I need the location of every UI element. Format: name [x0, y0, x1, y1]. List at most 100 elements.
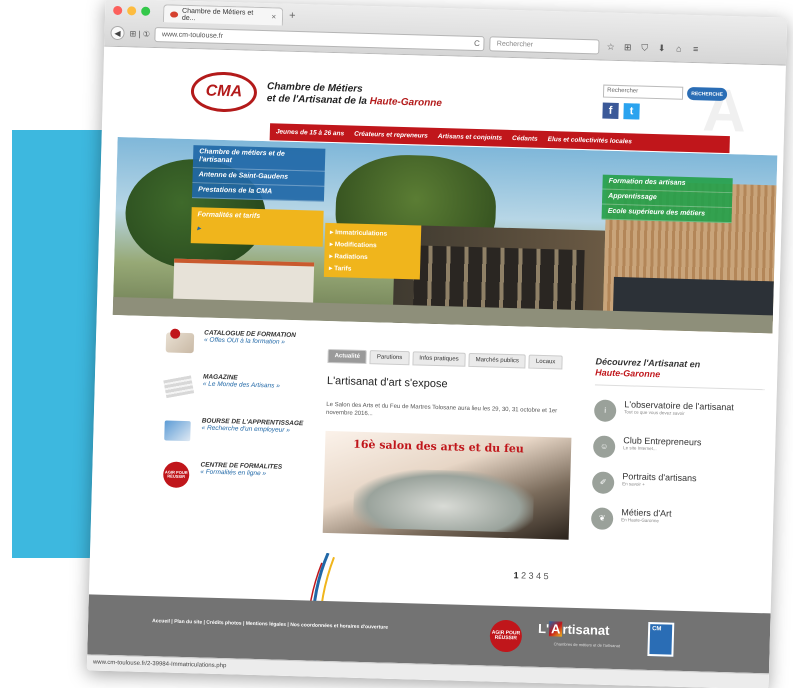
- discover-item-portraits[interactable]: ✐ Portraits d'artisans En savoir +: [591, 470, 763, 498]
- discover-item-metiers-art[interactable]: ❦ Métiers d'Art En Haute-Garonne: [590, 506, 762, 534]
- quick-link-subtitle: « Offes OUI à la formation »: [203, 336, 286, 346]
- favicon-icon: [170, 10, 179, 18]
- quick-links: CATALOGUE DE FORMATION « Offes OUI à la …: [159, 328, 324, 508]
- bookmark-star-icon[interactable]: ☆: [605, 41, 617, 52]
- footer-links[interactable]: Accueil | Plan du site | Crédits photos …: [152, 618, 388, 631]
- info-icon: i: [593, 399, 617, 422]
- quick-link-magazine[interactable]: MAGAZINE « Le Monde des Artisans »: [162, 372, 323, 404]
- catalogue-icon-wrap: [164, 328, 197, 357]
- pager-current[interactable]: 1: [513, 570, 518, 580]
- tab-locaux[interactable]: Locaux: [528, 354, 563, 370]
- twitter-icon[interactable]: t: [623, 103, 640, 120]
- site-name: Chambre de Métiers et de l'Artisanat de …: [267, 81, 443, 110]
- discover-item-text: Métiers d'Art En Haute-Garonne: [621, 507, 672, 524]
- stage: Chambre de Métiers et de... × + ◀ ⊞ | ① …: [0, 0, 793, 688]
- tab-close-icon[interactable]: ×: [271, 12, 276, 21]
- agir-logo-icon[interactable]: AGIR POUR RÉUSSIR: [489, 619, 523, 653]
- back-button[interactable]: ◀: [110, 25, 125, 41]
- pocket-icon[interactable]: ⛉: [639, 42, 651, 53]
- quick-link-catalogue[interactable]: CATALOGUE DE FORMATION « Offes OUI à la …: [164, 328, 325, 360]
- url-bar[interactable]: www.cm-toulouse.fr C: [154, 26, 486, 51]
- social-links: f t: [602, 102, 640, 120]
- quick-link-formalites[interactable]: AGIR POUR RÉUSSIR CENTRE DE FORMALITES «…: [160, 460, 321, 492]
- tab-marches-publics[interactable]: Marchés publics: [468, 352, 527, 369]
- magazine-icon-wrap: [162, 372, 195, 401]
- quick-link-subtitle: « Le Monde des Artisans »: [202, 380, 280, 390]
- tab-title: Chambre de Métiers et de...: [181, 7, 254, 22]
- menu-item-formalites[interactable]: Formalités et tarifs ▸: [190, 207, 324, 247]
- portrait-icon: ✐: [591, 470, 615, 494]
- nav-item-artisans[interactable]: Artisans et conjoints: [438, 133, 502, 142]
- article-title[interactable]: L'artisanat d'art s'expose: [327, 375, 448, 390]
- quick-link-text: CATALOGUE DE FORMATION « Offes OUI à la …: [204, 329, 296, 347]
- site-search-input[interactable]: Rechercher: [602, 84, 684, 100]
- menu-item-formalites-label: Formalités et tarifs: [197, 211, 261, 221]
- close-window-button[interactable]: [113, 5, 123, 16]
- artisanat-logo-letter: A: [548, 621, 563, 637]
- url-text: www.cm-toulouse.fr: [161, 30, 224, 40]
- zoom-window-button[interactable]: [141, 6, 151, 16]
- discover-item-observatoire[interactable]: i L'observatoire de l'artisanat Tout ce …: [593, 399, 765, 426]
- artisanat-logo[interactable]: L' Artisanat: [538, 621, 610, 638]
- article-excerpt: Le Salon des Arts et du Feu de Martres T…: [325, 401, 558, 418]
- nav-item-createurs[interactable]: Créateurs et repreneurs: [354, 131, 428, 140]
- quick-link-subtitle: « Recherche d'un employeur »: [201, 424, 290, 434]
- tab-actualite[interactable]: Actualité: [327, 348, 368, 365]
- news-pager: 1 2 3 4 5: [513, 570, 548, 581]
- nav-item-elus[interactable]: Elus et collectivités locales: [548, 136, 632, 145]
- site-name-line2: et de l'Artisanat de la: [266, 93, 368, 107]
- people-icon: ☺: [592, 434, 616, 458]
- discover-panel: Découvrez l'Artisanat en Haute-Garonne i…: [590, 356, 766, 534]
- sidebar-toggle-icon[interactable]: ⊞ | ①: [129, 29, 150, 39]
- reload-icon[interactable]: C: [474, 38, 480, 47]
- browser-search-field[interactable]: Rechercher: [489, 35, 600, 54]
- submenu-item-tarifs[interactable]: Tarifs: [329, 262, 415, 276]
- facebook-icon[interactable]: f: [602, 102, 619, 119]
- magazine-icon: [163, 375, 195, 399]
- bourse-icon-wrap: [161, 416, 194, 445]
- status-url: www.cm-toulouse.fr/2-39984-Immatriculati…: [92, 659, 227, 670]
- formation-menu: Formation des artisans Apprentissage Eco…: [601, 174, 733, 224]
- home-icon[interactable]: ⌂: [673, 43, 685, 54]
- browser-tab[interactable]: Chambre de Métiers et de... ×: [162, 4, 284, 26]
- partner-logo[interactable]: CM: [647, 622, 675, 657]
- download-icon[interactable]: ⬇: [656, 42, 668, 53]
- article-image-caption: 16è salon des arts et du feu: [352, 437, 524, 456]
- tab-infos-pratiques[interactable]: Infos pratiques: [412, 351, 466, 367]
- site-name-region: Haute-Garonne: [369, 96, 443, 110]
- building-windows: [413, 245, 585, 311]
- discover-item-text: Portraits d'artisans En savoir +: [622, 471, 697, 489]
- site-search-placeholder: Rechercher: [607, 87, 639, 95]
- nav-item-jeunes[interactable]: Jeunes de 15 à 26 ans: [276, 128, 344, 137]
- divider: [594, 384, 765, 390]
- agir-icon-wrap: AGIR POUR RÉUSSIR: [160, 460, 193, 489]
- leaf-icon: ❦: [590, 506, 614, 530]
- article-image[interactable]: 16è salon des arts et du feu: [322, 430, 572, 540]
- artisanat-logo-subtitle: Chambres de métiers et de l'artisanat: [553, 641, 621, 649]
- quick-link-text: BOURSE DE L'APPRENTISSAGE « Recherche d'…: [201, 417, 303, 435]
- quick-link-bourse[interactable]: BOURSE DE L'APPRENTISSAGE « Recherche d'…: [161, 416, 322, 448]
- site-search-button[interactable]: RECHERCHE: [686, 86, 728, 101]
- discover-item-subtitle: En Haute-Garonne: [621, 517, 659, 524]
- artisanat-logo-prefix: L': [537, 620, 550, 637]
- web-page: A CMA Chambre de Métiers et de l'Artisan…: [86, 46, 786, 688]
- site-logo[interactable]: CMA Chambre de Métiers et de l'Artisanat…: [190, 71, 442, 118]
- browser-search-placeholder: Rechercher: [496, 40, 534, 49]
- reading-list-icon[interactable]: ⊞: [622, 42, 634, 53]
- tab-parutions[interactable]: Parutions: [369, 350, 410, 366]
- sculpture-photo: [352, 467, 535, 533]
- menu-icon[interactable]: ≡: [690, 44, 702, 54]
- discover-item-club[interactable]: ☺ Club Entrepreneurs Le site Internet...: [592, 434, 764, 462]
- nav-item-cedants[interactable]: Cédants: [512, 135, 538, 143]
- discover-item-text: Club Entrepreneurs Le site Internet...: [623, 435, 701, 453]
- arrow-right-icon: ▸: [197, 225, 201, 233]
- minimize-window-button[interactable]: [127, 6, 137, 16]
- quick-link-text: CENTRE DE FORMALITES « Formalités en lig…: [200, 461, 282, 478]
- new-tab-button[interactable]: +: [289, 10, 296, 22]
- cma-logo-icon: CMA: [190, 71, 258, 113]
- pager-pages[interactable]: 2 3 4 5: [521, 570, 549, 581]
- browser-window: Chambre de Métiers et de... × + ◀ ⊞ | ① …: [86, 0, 788, 688]
- discover-heading: Découvrez l'Artisanat en Haute-Garonne: [595, 356, 766, 382]
- news-tabs: Actualité Parutions Infos pratiques Marc…: [327, 348, 563, 370]
- institution-menu: Chambre de métiers et de l'artisanat Ant…: [191, 145, 326, 202]
